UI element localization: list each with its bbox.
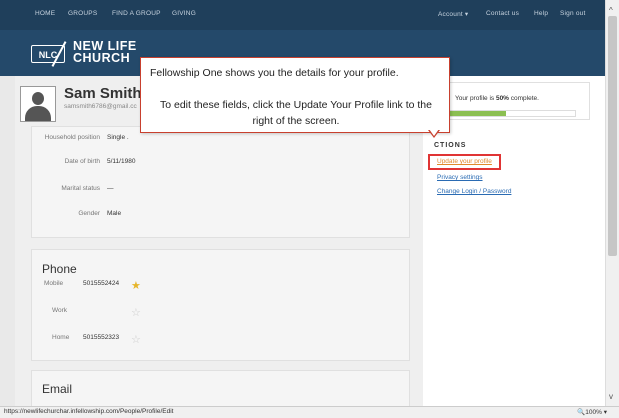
field-label-dob: Date of birth xyxy=(64,158,100,165)
progress-bar xyxy=(436,110,576,117)
field-label-gender: Gender xyxy=(78,210,100,217)
field-value-dob: 5/11/1980 xyxy=(107,158,136,165)
phone-label-home: Home xyxy=(52,334,70,341)
phone-card xyxy=(31,249,410,361)
progress-suffix: complete. xyxy=(508,95,539,102)
email-card xyxy=(31,370,410,410)
email-title: Email xyxy=(42,382,73,396)
privacy-settings-link[interactable]: Privacy settings xyxy=(437,174,483,181)
field-label-marital: Marital status xyxy=(61,185,100,192)
nav-sign-out[interactable]: Sign out xyxy=(560,10,585,17)
status-bar: https://newlifechurchar.infellowship.com… xyxy=(0,406,619,418)
update-profile-link[interactable]: Update your profile xyxy=(437,158,492,165)
field-label-household: Household position xyxy=(44,134,100,141)
vertical-scrollbar[interactable]: ^ v xyxy=(605,0,619,406)
phone-label-work: Work xyxy=(52,307,68,314)
progress-text: Your profile is 50% complete. xyxy=(455,95,539,102)
phone-value-home: 5015552323 xyxy=(83,334,120,341)
status-url: https://newlifechurchar.infellowship.com… xyxy=(4,408,174,415)
callout-line-1: Fellowship One shows you the details for… xyxy=(150,67,399,79)
top-nav: HOME GROUPS FIND A GROUP GIVING Account … xyxy=(0,0,605,30)
primary-star-icon[interactable]: ★ xyxy=(131,281,141,292)
logo-line-2: CHURCH xyxy=(73,51,131,65)
scroll-thumb[interactable] xyxy=(608,16,617,256)
callout-line-2: To edit these fields, click the Update Y… xyxy=(160,99,432,127)
nav-giving[interactable]: GIVING xyxy=(172,10,196,17)
field-value-household: Single . xyxy=(107,134,129,141)
field-value-gender: Male xyxy=(107,210,122,217)
scroll-up-icon[interactable]: ^ xyxy=(609,6,613,15)
field-value-marital: — xyxy=(107,185,114,192)
callout-tooltip: Fellowship One shows you the details for… xyxy=(140,57,450,133)
change-login-link[interactable]: Change Login / Password xyxy=(437,188,511,195)
details-card xyxy=(31,126,410,238)
scroll-down-icon[interactable]: v xyxy=(609,392,613,401)
star-outline-icon[interactable]: ☆ xyxy=(131,308,141,319)
phone-value-mobile: 5015552424 xyxy=(83,280,120,287)
callout-tail-inner xyxy=(429,129,439,136)
avatar-head xyxy=(32,92,44,105)
profile-email: samsmith6786@gmail.cc xyxy=(64,103,137,110)
progress-percent: 50% xyxy=(495,95,509,102)
zoom-level[interactable]: 🔍100% ▾ xyxy=(577,408,607,416)
avatar-body xyxy=(25,106,51,121)
progress-prefix: Your profile is xyxy=(455,95,496,102)
nav-account[interactable]: Account ▾ xyxy=(438,10,468,18)
phone-label-mobile: Mobile xyxy=(44,280,64,287)
actions-title: CTIONS xyxy=(434,142,467,149)
profile-name: Sam Smith xyxy=(64,85,142,102)
nav-find-a-group[interactable]: FIND A GROUP xyxy=(112,10,161,17)
star-outline-icon[interactable]: ☆ xyxy=(131,335,141,346)
nav-groups[interactable]: GROUPS xyxy=(68,10,97,17)
phone-title: Phone xyxy=(42,262,77,276)
nav-home[interactable]: HOME xyxy=(35,10,55,17)
nav-contact-us[interactable]: Contact us xyxy=(486,10,519,17)
nav-help[interactable]: Help xyxy=(534,10,548,17)
logo-name[interactable]: NEW LIFE CHURCH xyxy=(73,40,137,65)
avatar xyxy=(20,86,56,122)
